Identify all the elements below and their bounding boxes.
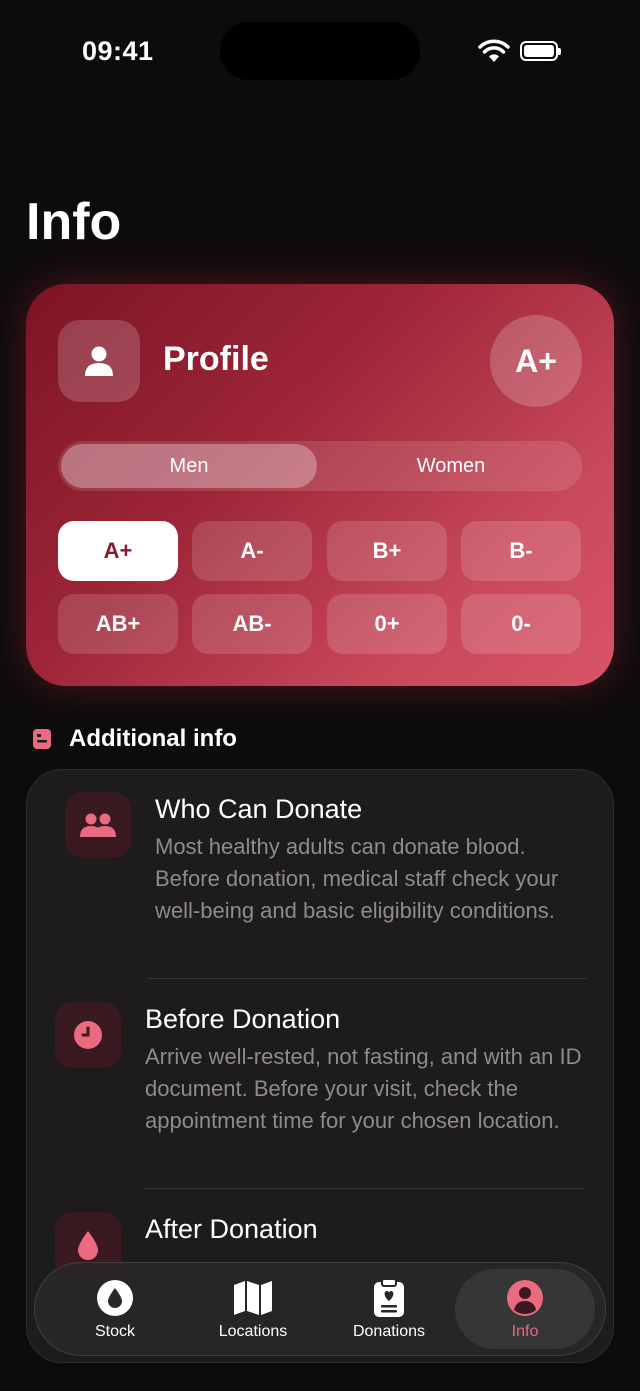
battery-icon <box>520 41 561 61</box>
blood-type-b-pos[interactable]: B+ <box>327 521 447 581</box>
drop-icon <box>96 1279 134 1317</box>
current-blood-type-badge: A+ <box>490 315 582 407</box>
profile-avatar <box>58 320 140 402</box>
segment-women[interactable]: Women <box>323 444 579 488</box>
divider <box>147 978 587 979</box>
sex-segmented-control: Men Women <box>58 441 582 491</box>
tab-label: Stock <box>94 1323 135 1340</box>
blood-type-ab-neg[interactable]: AB- <box>192 594 312 654</box>
profile-card: Profile A+ Men Women A+ A- B+ B- AB+ AB-… <box>26 284 614 686</box>
clock-icon <box>55 1002 121 1068</box>
tab-bar: Stock Locations Donations Info <box>34 1262 606 1356</box>
page-title: Info <box>26 193 122 251</box>
info-title: After Donation <box>145 1214 318 1244</box>
dynamic-island <box>220 22 420 80</box>
info-text: Arrive well-rested, not fasting, and wit… <box>145 1044 582 1133</box>
wifi-icon <box>478 39 510 62</box>
tab-label: Donations <box>352 1323 426 1340</box>
person-icon <box>506 1279 544 1317</box>
people-icon <box>65 792 131 858</box>
map-icon <box>233 1279 273 1317</box>
tab-label: Info <box>511 1323 539 1340</box>
info-text: Most healthy adults can donate blood. Be… <box>155 834 559 923</box>
segment-men[interactable]: Men <box>61 444 317 488</box>
clipboard-heart-icon <box>373 1278 405 1317</box>
list-icon <box>33 729 51 749</box>
status-bar: 09:41 <box>0 0 640 100</box>
blood-type-a-pos[interactable]: A+ <box>58 521 178 581</box>
tab-locations[interactable]: Locations <box>183 1269 323 1349</box>
tab-label: Locations <box>218 1323 288 1340</box>
blood-type-b-neg[interactable]: B- <box>461 521 581 581</box>
person-icon <box>85 346 113 376</box>
info-title: Who Can Donate <box>155 794 363 824</box>
blood-type-0-neg[interactable]: 0- <box>461 594 581 654</box>
additional-info-label: Additional info <box>69 725 237 752</box>
tab-info[interactable]: Info <box>455 1269 595 1349</box>
additional-info-heading: Additional info <box>32 725 237 753</box>
status-time: 09:41 <box>82 36 154 66</box>
tab-stock[interactable]: Stock <box>45 1269 185 1349</box>
info-title: Before Donation <box>145 1004 341 1034</box>
divider <box>145 1188 585 1189</box>
blood-type-ab-pos[interactable]: AB+ <box>58 594 178 654</box>
blood-type-0-pos[interactable]: 0+ <box>327 594 447 654</box>
tab-donations[interactable]: Donations <box>319 1269 459 1349</box>
blood-type-a-neg[interactable]: A- <box>192 521 312 581</box>
profile-label: Profile <box>163 340 269 378</box>
